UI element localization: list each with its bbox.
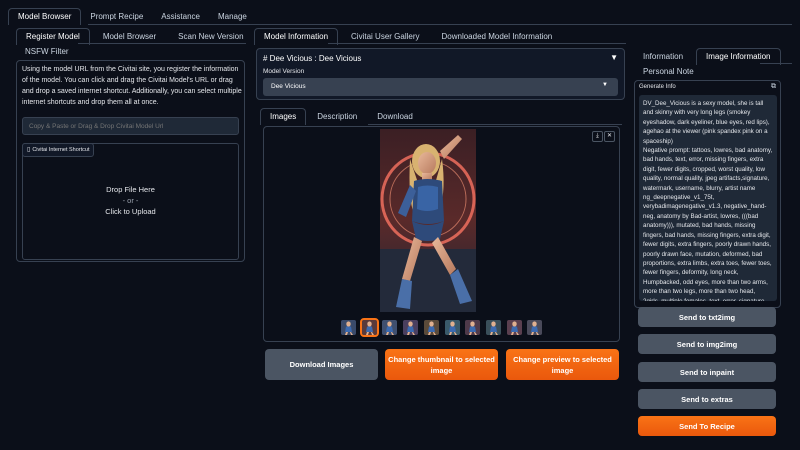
- tab-nsfw-filter[interactable]: NSFW Filter: [16, 44, 78, 60]
- send-inpaint-button[interactable]: Send to inpaint: [638, 362, 776, 382]
- main-preview-image[interactable]: [380, 129, 476, 312]
- image-sub-tabs: Images Description Download: [260, 108, 422, 125]
- shortcut-dropzone[interactable]: ▯ Civitai Internet Shortcut Drop File He…: [22, 143, 239, 260]
- tab-description[interactable]: Description: [308, 109, 366, 125]
- generate-info-panel: Generate Info ⧉ DV_Dee_Vicious is a sexy…: [634, 80, 781, 308]
- tab-information[interactable]: Information: [634, 49, 692, 65]
- tab-personal-note[interactable]: Personal Note: [634, 64, 703, 80]
- shortcut-label-badge: ▯ Civitai Internet Shortcut: [22, 143, 95, 157]
- collapse-triangle-icon[interactable]: ▼: [610, 53, 618, 62]
- model-url-input[interactable]: [22, 117, 239, 135]
- thumbnail-picture: [361, 320, 377, 335]
- gallery-thumbnail[interactable]: [382, 320, 398, 335]
- gallery-thumbnail[interactable]: [527, 320, 543, 335]
- or-text: - or -: [122, 196, 139, 205]
- gallery-thumbnail[interactable]: [485, 320, 501, 335]
- gallery-thumbnail[interactable]: [359, 318, 379, 337]
- change-thumbnail-button[interactable]: Change thumbnail to selected image: [385, 349, 498, 380]
- model-version-select[interactable]: Dee Vicious ▼: [263, 78, 618, 96]
- gallery-thumbnail[interactable]: [506, 320, 522, 335]
- generate-info-label: Generate Info: [639, 84, 676, 90]
- middle-tabs-divider: [328, 43, 626, 44]
- download-images-button[interactable]: Download Images: [265, 349, 378, 380]
- gallery-thumbnail[interactable]: [465, 320, 481, 335]
- thumbnail-picture: [465, 320, 481, 335]
- drop-file-text: Drop File Here: [106, 185, 155, 194]
- top-tabs: Model Browser Prompt Recipe Assistance M…: [8, 8, 256, 25]
- thumbnail-picture: [341, 320, 356, 335]
- generate-info-text: DV_Dee_Vicious is a sexy model, she is t…: [643, 100, 773, 301]
- register-panel: Using the model URL from the Civitai sit…: [16, 60, 245, 262]
- send-extras-button[interactable]: Send to extras: [638, 389, 776, 409]
- model-version-value: Dee Vicious: [271, 83, 306, 90]
- send-img2img-button[interactable]: Send to img2img: [638, 334, 776, 354]
- tab-model-browser[interactable]: Model Browser: [8, 8, 82, 25]
- generate-info-textbox[interactable]: DV_Dee_Vicious is a sexy model, she is t…: [639, 95, 777, 301]
- model-version-label: Model Version: [263, 68, 305, 75]
- right-tabs: Information Image Information: [634, 48, 781, 65]
- close-icon[interactable]: ✕: [604, 131, 615, 142]
- left-tabs-divider: [78, 43, 246, 44]
- right-tabs-divider: [760, 63, 792, 64]
- change-preview-button[interactable]: Change preview to selected image: [506, 349, 619, 380]
- thumbnail-picture: [444, 320, 460, 335]
- gallery-thumbnail[interactable]: [423, 320, 439, 335]
- tab-model-information[interactable]: Model Information: [254, 28, 339, 45]
- thumbnail-picture: [403, 320, 419, 335]
- model-header-panel: # Dee Vicious : Dee Vicious ▼ Model Vers…: [256, 48, 625, 100]
- dropzone-text: Drop File Here - or - Click to Upload: [23, 184, 238, 217]
- tab-prompt-recipe[interactable]: Prompt Recipe: [81, 9, 152, 25]
- thumbnail-picture: [423, 320, 439, 335]
- gallery-thumbnail[interactable]: [403, 320, 419, 335]
- thumbnail-picture: [527, 320, 543, 335]
- register-description: Using the model URL from the Civitai sit…: [22, 66, 242, 106]
- thumbnail-picture: [506, 320, 522, 335]
- image-sub-tabs-divider: [368, 124, 622, 125]
- gallery-thumbnail[interactable]: [341, 320, 356, 335]
- shortcut-label: Civitai Internet Shortcut: [32, 147, 90, 153]
- tab-assistance[interactable]: Assistance: [152, 9, 209, 25]
- copy-icon[interactable]: ⧉: [771, 83, 776, 91]
- model-preview-picture: [380, 129, 476, 312]
- gallery-thumbnail[interactable]: [444, 320, 460, 335]
- model-title: # Dee Vicious : Dee Vicious: [263, 54, 362, 63]
- send-txt2img-button[interactable]: Send to txt2img: [638, 307, 776, 327]
- download-icon[interactable]: ⤓: [592, 131, 603, 142]
- tab-manage[interactable]: Manage: [209, 9, 256, 25]
- click-upload-text: Click to Upload: [105, 207, 156, 216]
- tab-images[interactable]: Images: [260, 108, 307, 125]
- send-to-recipe-button[interactable]: Send To Recipe: [638, 416, 776, 436]
- file-icon: ▯: [27, 147, 31, 153]
- top-tabs-divider: [88, 24, 792, 25]
- thumbnail-picture: [485, 320, 501, 335]
- thumbnail-picture: [382, 320, 398, 335]
- tab-download[interactable]: Download: [368, 109, 422, 125]
- dropdown-arrow-icon: ▼: [602, 82, 608, 88]
